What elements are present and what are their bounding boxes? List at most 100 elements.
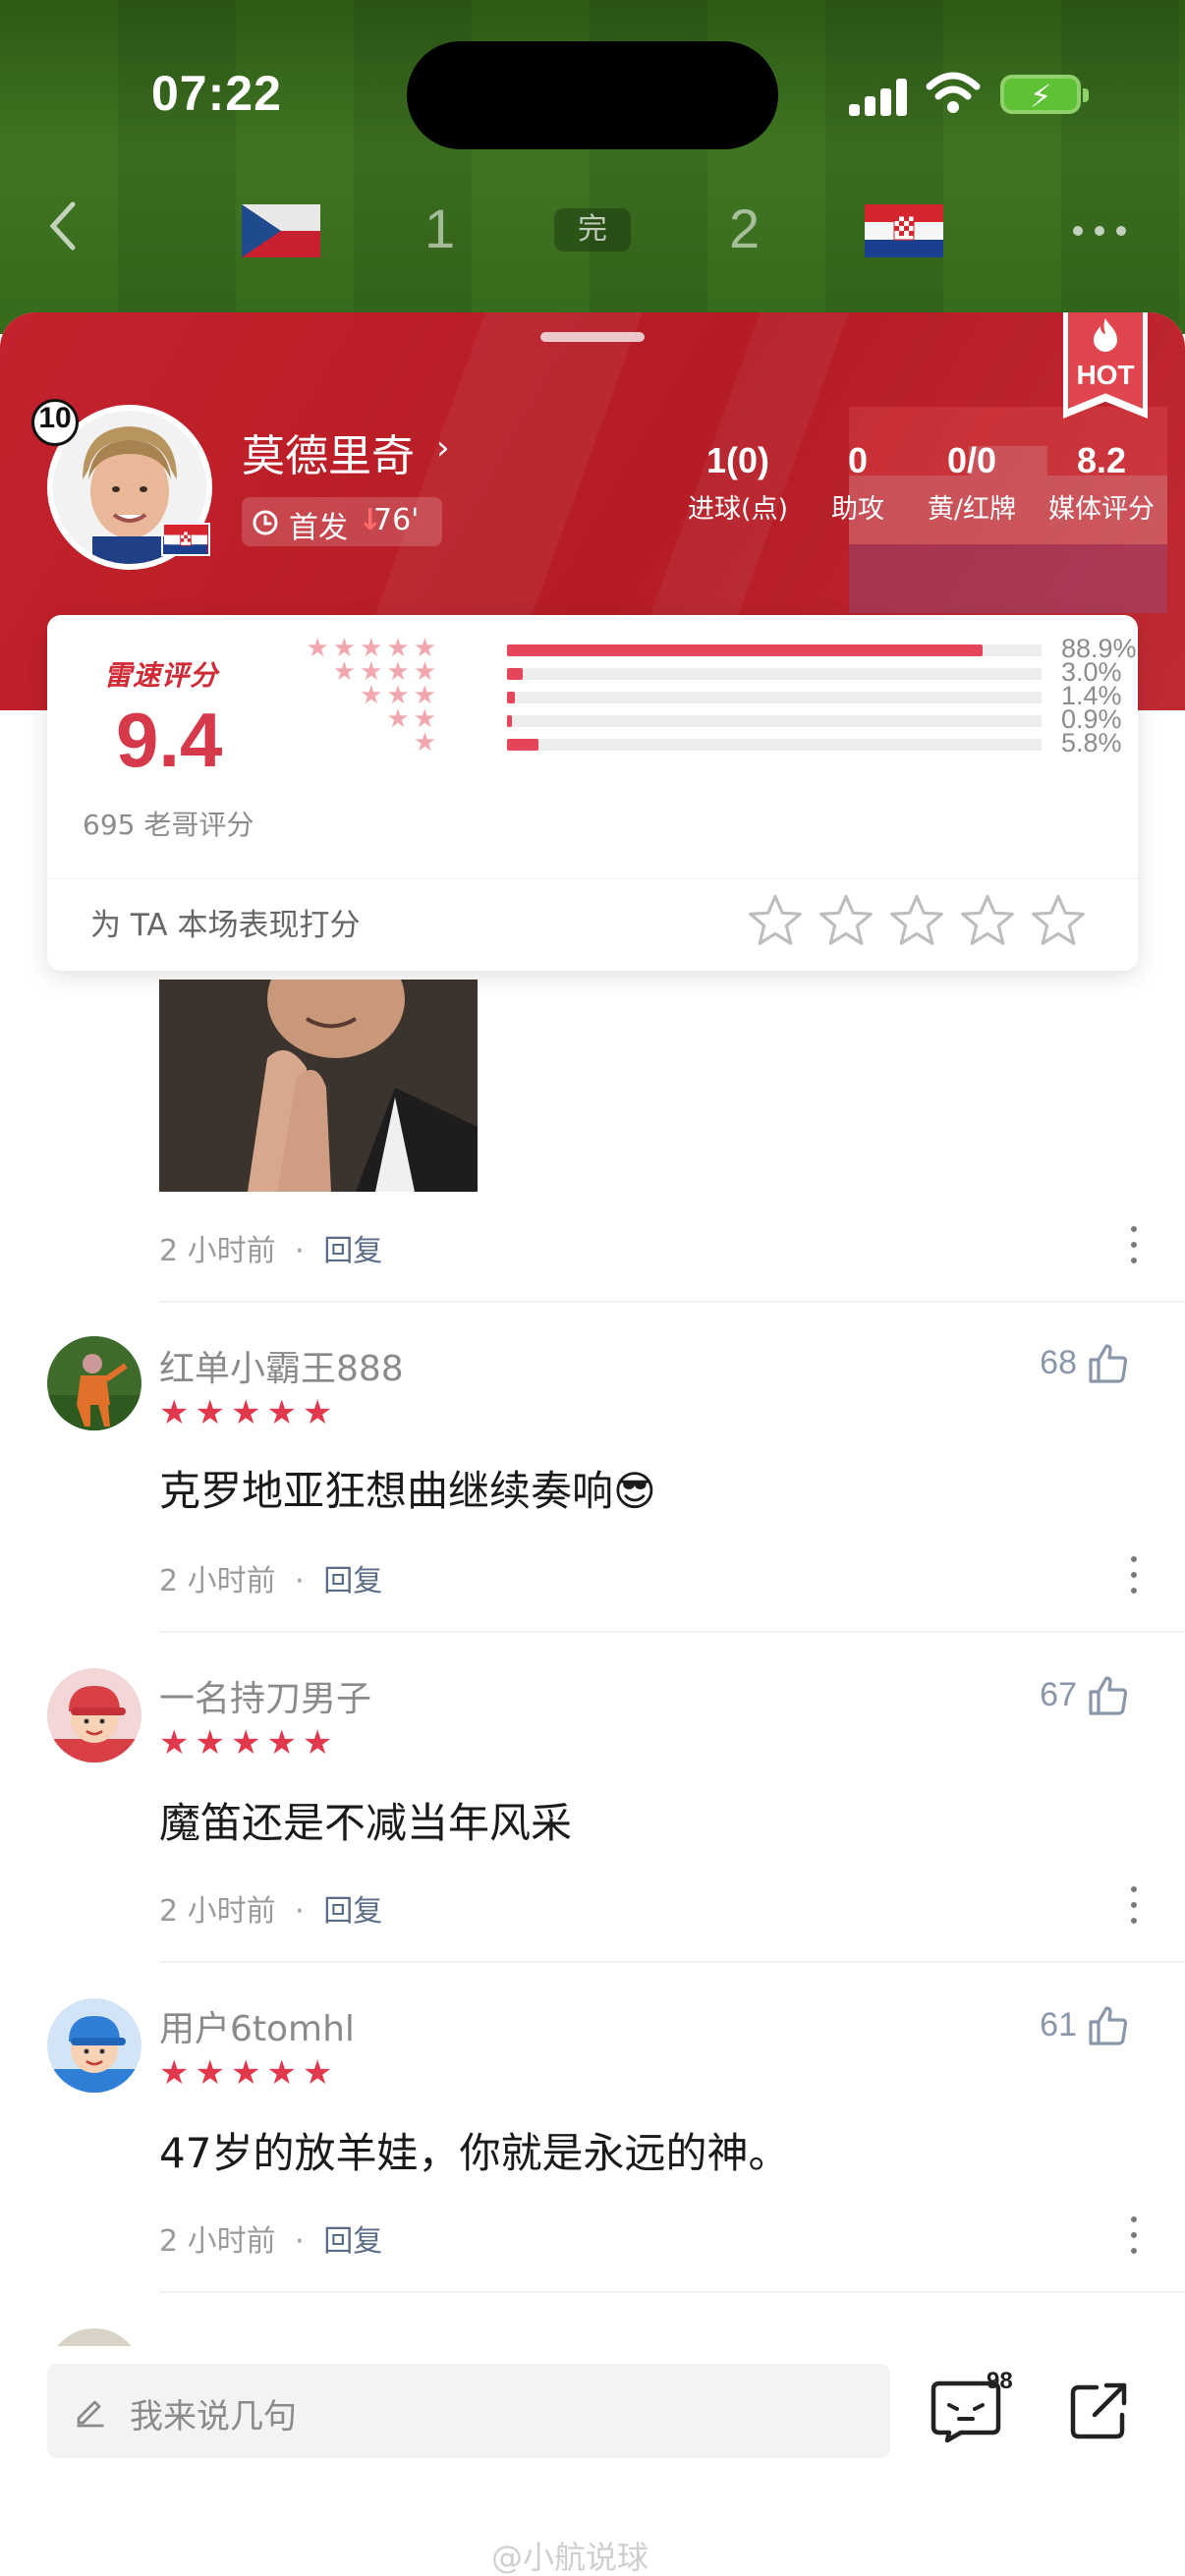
wifi-icon (926, 72, 981, 113)
comment-time: 2 小时前 (159, 1234, 276, 1268)
avatar-cartoon (47, 1668, 141, 1763)
divider (159, 1631, 1185, 1633)
home-score: 1 (424, 197, 456, 259)
avatar-photo (47, 1336, 141, 1430)
status-time: 07:22 (151, 66, 282, 121)
divider (159, 2291, 1185, 2293)
comment-time: 2 小时前 (159, 2224, 276, 2259)
rating-count: 695 老哥评分 (83, 809, 254, 841)
stat-label: 媒体评分 (1048, 494, 1155, 525)
avatar[interactable] (47, 1668, 141, 1763)
stat-goals: 1(0) 进球(点) (674, 440, 802, 526)
match-status-badge: 完 (554, 208, 631, 252)
back-chevron-icon[interactable] (43, 196, 83, 255)
reply-button[interactable]: 回复 (323, 1894, 382, 1929)
star-rating-input[interactable] (745, 890, 1118, 951)
stat-value: 1(0) (705, 440, 770, 480)
flame-icon (1094, 318, 1117, 352)
dynamic-island (407, 41, 778, 149)
stat-value: 8.2 (1076, 440, 1127, 480)
thumbs-up-icon (1089, 1676, 1128, 1715)
comment-time: 2 小时前 (159, 1894, 276, 1929)
divider (159, 1301, 1185, 1303)
stat-label: 黄/红牌 (927, 494, 1017, 525)
comment-text: 克罗地亚狂想曲继续奏响😎 (159, 1467, 656, 1515)
rate-star-2-icon[interactable] (816, 890, 876, 951)
stat-cards: 0/0 黄/红牌 (908, 440, 1036, 526)
sub-minute: 76' (373, 503, 420, 537)
rate-star-1-icon[interactable] (745, 890, 806, 951)
reply-button[interactable]: 回复 (323, 1564, 382, 1598)
divider (47, 878, 1138, 879)
comment-meta: 2 小时前 · 回复 (159, 1886, 382, 1930)
match-header-background: 07:22 ⚡ 1 完 2 (0, 0, 1185, 334)
player-nationality-flag-icon (161, 523, 210, 556)
avatar[interactable] (47, 1336, 141, 1430)
average-rating-score: 9.4 (116, 697, 223, 783)
reply-button[interactable]: 回复 (323, 2224, 382, 2259)
jersey-number-badge: 10 (31, 399, 79, 446)
player-name-link[interactable]: 莫德里奇 (242, 420, 415, 483)
comment-star-rating: ★★★★★ (159, 1723, 339, 1763)
comment-star-rating: ★★★★★ (159, 1393, 339, 1432)
comment-username[interactable]: 用户6tomhl (159, 2000, 355, 2051)
comment-image[interactable] (159, 980, 478, 1192)
rating-distribution-row: ★ 5.8% (293, 725, 1128, 760)
like-button[interactable]: 61 (994, 2002, 1132, 2051)
distribution-bar-track (507, 739, 1042, 751)
like-count: 68 (1040, 1344, 1077, 1381)
pencil-icon (77, 2400, 104, 2428)
rate-star-5-icon[interactable] (1028, 890, 1089, 951)
comment-time: 2 小时前 (159, 1564, 276, 1598)
distribution-bar-fill (507, 739, 538, 751)
comment-more-icon[interactable] (1124, 2214, 1144, 2260)
comment-more-icon[interactable] (1124, 1554, 1144, 1599)
hot-label: HOT (1076, 360, 1135, 390)
comment-more-icon[interactable] (1124, 1224, 1144, 1269)
chevron-right-icon[interactable]: › (436, 428, 450, 468)
stat-value: 0/0 (946, 440, 997, 480)
avatar[interactable] (47, 1998, 141, 2093)
hot-badge: HOT (1063, 312, 1148, 419)
stat-label: 助攻 (831, 494, 884, 525)
comment-text: 47岁的放羊娃，你就是永远的神。 (159, 2129, 790, 2177)
rate-player-prompt: 为 TA 本场表现打分 (90, 908, 361, 943)
rating-brand-title: 雷速评分 (104, 659, 219, 692)
meta-separator: · (295, 1564, 305, 1598)
stat-value: 0 (847, 440, 869, 480)
cellular-signal-icon (849, 77, 910, 116)
comment-text: 魔笛还是不减当年风采 (159, 1799, 573, 1847)
comment-username[interactable]: 一名持刀男子 (159, 1670, 371, 1721)
comment-meta: 2 小时前 · 回复 (159, 1556, 382, 1599)
fan-rating-card: 雷速评分 9.4 695 老哥评分 ★★★★★ 88.9% ★★★★ 3.0% … (47, 615, 1138, 971)
more-options-icon[interactable] (1073, 216, 1132, 246)
stat-label: 进球(点) (687, 494, 789, 525)
like-button[interactable]: 67 (994, 1672, 1132, 1721)
thumbs-up-icon (1089, 2006, 1128, 2045)
stat-media-rating: 8.2 媒体评分 (1038, 440, 1165, 526)
comment-meta: 2 小时前 · 回复 (159, 2216, 382, 2260)
meta-separator: · (295, 1234, 305, 1268)
sheet-drag-handle[interactable] (540, 332, 645, 342)
thumbs-up-icon (1089, 1344, 1128, 1383)
battery-charging-icon: ⚡ (1000, 75, 1089, 115)
comment-input[interactable]: 我来说几句 (47, 2364, 890, 2458)
stat-assists: 0 助攻 (794, 440, 922, 526)
rate-star-3-icon[interactable] (886, 890, 947, 951)
czech-flag-icon (242, 204, 320, 257)
reply-button[interactable]: 回复 (323, 1234, 382, 1268)
clock-icon (253, 510, 278, 535)
rate-star-4-icon[interactable] (957, 890, 1018, 951)
away-score: 2 (729, 197, 761, 259)
lineup-status-chip: 首发 ↓ 76' (242, 497, 442, 546)
like-button[interactable]: 68 (994, 1340, 1132, 1389)
comment-photo (159, 980, 478, 1192)
share-icon[interactable] (1067, 2380, 1132, 2442)
divider (159, 1961, 1185, 1963)
start-label: 首发 (289, 511, 348, 545)
comment-more-icon[interactable] (1124, 1884, 1144, 1930)
meta-separator: · (295, 1894, 305, 1929)
croatia-flag-icon (865, 204, 943, 257)
comment-username[interactable]: 红单小霸王888 (159, 1340, 404, 1391)
like-count: 61 (1040, 2006, 1077, 2044)
